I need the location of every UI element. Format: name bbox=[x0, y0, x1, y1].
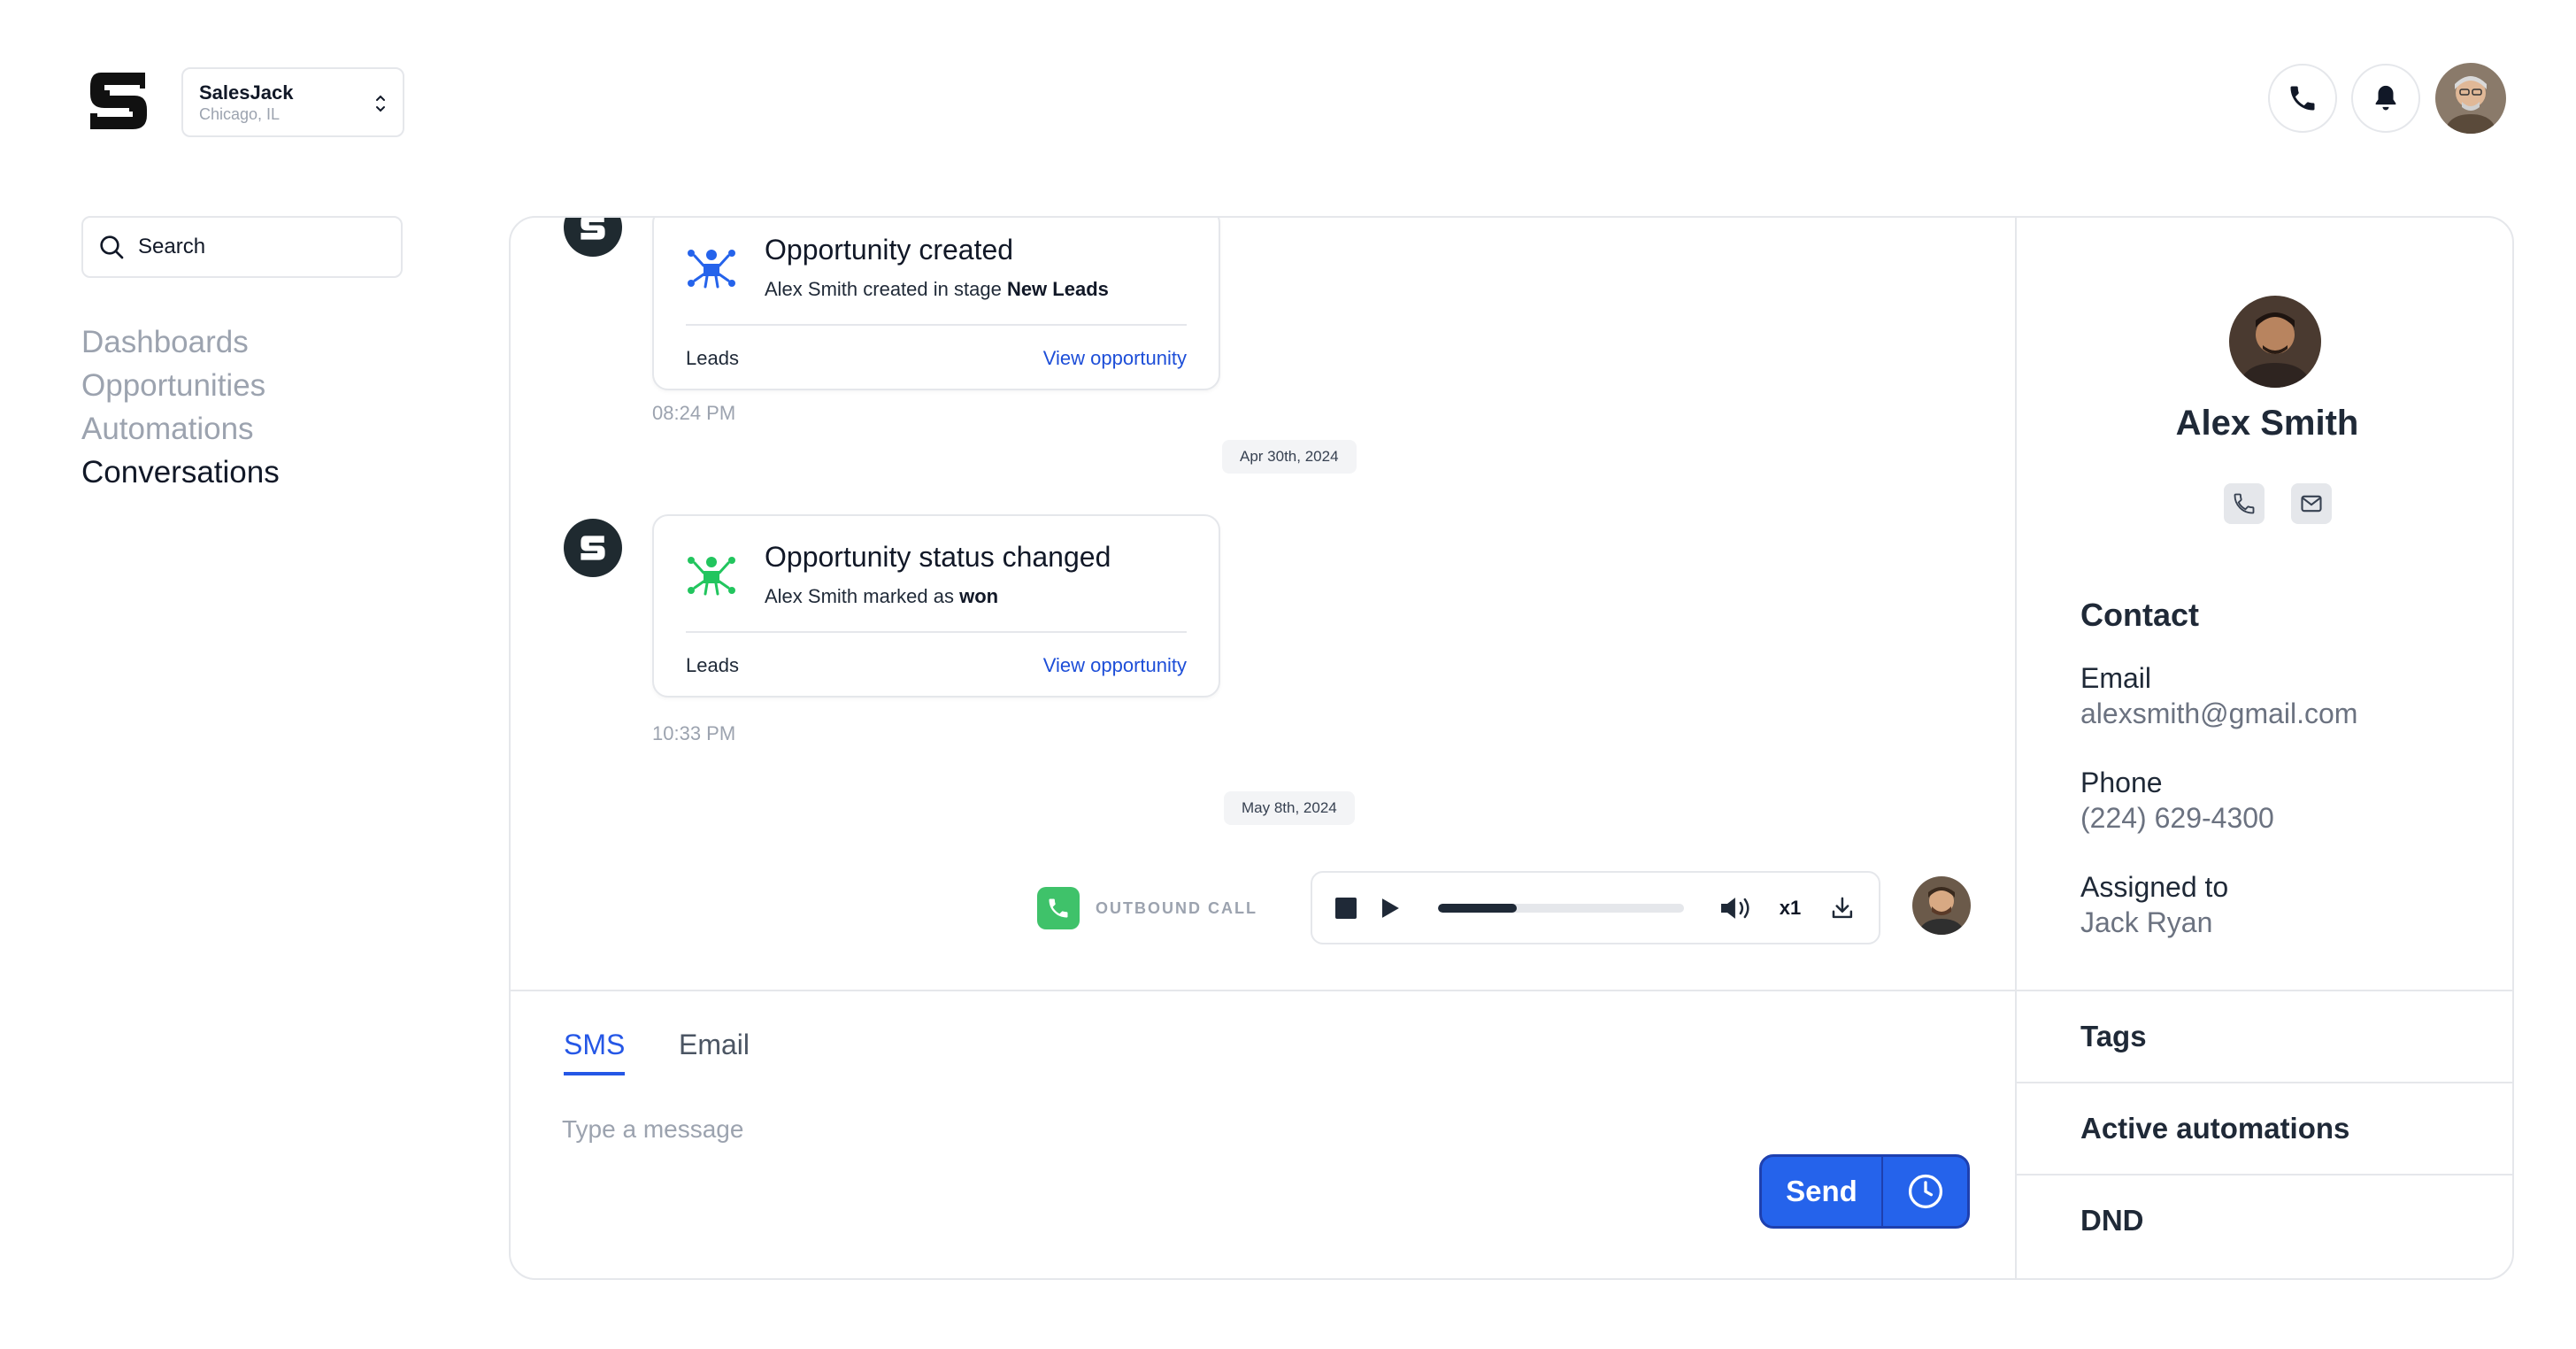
dnd-row[interactable]: DND bbox=[2017, 1174, 2512, 1266]
card-title: Opportunity status changed bbox=[765, 541, 1111, 573]
mail-icon bbox=[2301, 495, 2322, 513]
card-pipeline-label: Leads bbox=[686, 654, 739, 676]
date-separator: Apr 30th, 2024 bbox=[1222, 440, 1357, 474]
opportunity-created-card: Opportunity created Alex Smith created i… bbox=[652, 218, 1220, 390]
send-button-group: Send bbox=[1759, 1154, 1970, 1229]
workspace-location: Chicago, IL bbox=[199, 105, 281, 123]
avatar-image-icon bbox=[1912, 876, 1971, 935]
salesjack-small-logo-icon bbox=[581, 536, 605, 560]
phone-icon bbox=[2290, 86, 2315, 111]
card-pipeline-label: Leads bbox=[686, 347, 739, 369]
audio-progress-track[interactable] bbox=[1437, 903, 1684, 913]
bot-avatar bbox=[564, 218, 622, 257]
assigned-value: Jack Ryan bbox=[2080, 906, 2213, 938]
phone-outline-icon bbox=[2234, 493, 2255, 514]
chevron-up-down-icon bbox=[376, 95, 385, 112]
network-people-icon bbox=[688, 557, 735, 596]
message-timestamp: 08:24 PM bbox=[652, 402, 736, 424]
card-divider bbox=[686, 324, 1187, 326]
volume-icon[interactable] bbox=[1719, 895, 1753, 921]
clock-icon bbox=[1908, 1174, 1942, 1209]
bot-avatar bbox=[564, 519, 622, 577]
schedule-send-button[interactable] bbox=[1883, 1157, 1967, 1226]
send-button[interactable]: Send bbox=[1762, 1157, 1883, 1226]
search-icon bbox=[100, 235, 124, 259]
avatar-image-icon bbox=[2229, 296, 2321, 388]
notifications-button[interactable] bbox=[2351, 64, 2420, 133]
search-input[interactable] bbox=[138, 235, 368, 259]
call-contact-button[interactable] bbox=[2224, 483, 2265, 524]
card-subtitle: Alex Smith created in stage New Leads bbox=[765, 278, 1109, 300]
playback-speed-button[interactable]: x1 bbox=[1780, 897, 1801, 920]
view-opportunity-link[interactable]: View opportunity bbox=[1043, 654, 1187, 677]
phone-button[interactable] bbox=[2268, 64, 2337, 133]
tags-row[interactable]: Tags bbox=[2017, 990, 2512, 1082]
conversation-panel: Opportunity created Alex Smith created i… bbox=[509, 216, 2514, 1280]
bell-icon bbox=[2375, 85, 2396, 111]
date-separator: May 8th, 2024 bbox=[1224, 791, 1355, 825]
message-input[interactable] bbox=[562, 1115, 1889, 1144]
assigned-label: Assigned to bbox=[2080, 871, 2229, 903]
sidebar-nav: Dashboards Opportunities Automations Con… bbox=[81, 320, 280, 494]
download-icon[interactable] bbox=[1829, 895, 1856, 921]
contact-section-title: Contact bbox=[2080, 597, 2199, 633]
call-badge bbox=[1037, 887, 1080, 929]
email-contact-button[interactable] bbox=[2291, 483, 2332, 524]
message-timestamp: 10:33 PM bbox=[652, 722, 736, 744]
email-value: alexsmith@gmail.com bbox=[2080, 698, 2358, 729]
contact-avatar bbox=[2229, 296, 2321, 388]
outbound-call-label: OUTBOUND CALL bbox=[1037, 887, 1257, 929]
nav-item-dashboards[interactable]: Dashboards bbox=[81, 320, 280, 364]
audio-progress-fill bbox=[1437, 903, 1517, 913]
view-opportunity-link[interactable]: View opportunity bbox=[1043, 347, 1187, 370]
contact-details-panel: Alex Smith Contact Email alexsmith@gmail… bbox=[2015, 218, 2512, 1278]
network-people-icon bbox=[688, 250, 735, 289]
call-type-text: OUTBOUND CALL bbox=[1096, 898, 1257, 917]
card-title: Opportunity created bbox=[765, 234, 1014, 266]
nav-item-opportunities[interactable]: Opportunities bbox=[81, 364, 280, 407]
nav-item-conversations[interactable]: Conversations bbox=[81, 451, 280, 494]
avatar-image-icon bbox=[2435, 63, 2506, 134]
opportunity-status-card: Opportunity status changed Alex Smith ma… bbox=[652, 514, 1220, 698]
salesjack-logo-icon bbox=[90, 73, 147, 129]
card-subtitle: Alex Smith marked as won bbox=[765, 585, 999, 607]
tab-sms[interactable]: SMS bbox=[564, 1029, 626, 1075]
email-label: Email bbox=[2080, 662, 2152, 694]
contact-name: Alex Smith bbox=[2175, 404, 2359, 443]
workspace-selector[interactable]: SalesJack Chicago, IL bbox=[181, 67, 404, 137]
phone-icon bbox=[1049, 898, 1068, 918]
salesjack-small-logo-icon bbox=[581, 218, 605, 240]
nav-item-automations[interactable]: Automations bbox=[81, 407, 280, 451]
workspace-name: SalesJack bbox=[199, 81, 294, 104]
stop-button[interactable] bbox=[1335, 897, 1357, 919]
active-automations-row[interactable]: Active automations bbox=[2017, 1082, 2512, 1174]
message-composer: SMS Email Send bbox=[511, 990, 2015, 1278]
search-box[interactable] bbox=[81, 216, 403, 278]
phone-value: (224) 629-4300 bbox=[2080, 802, 2274, 834]
audio-player: x1 bbox=[1311, 871, 1880, 944]
tab-email[interactable]: Email bbox=[679, 1029, 750, 1072]
phone-label: Phone bbox=[2080, 767, 2163, 798]
user-avatar[interactable] bbox=[2435, 63, 2506, 134]
play-icon[interactable] bbox=[1380, 897, 1401, 920]
card-divider bbox=[686, 631, 1187, 633]
agent-avatar bbox=[1912, 876, 1971, 935]
